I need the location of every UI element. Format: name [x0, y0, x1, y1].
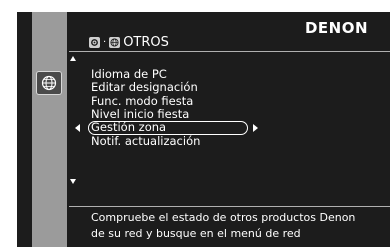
menu-item-notif-actualizacion[interactable]: Notif. actualización	[91, 134, 248, 148]
description-line-2: de su red y busque en el menú de red	[91, 227, 301, 240]
page-header: · OTROS	[89, 35, 169, 50]
arrow-left-icon[interactable]	[75, 124, 80, 133]
sidebar	[32, 12, 67, 247]
menu-item-nivel-inicio-fiesta[interactable]: Nivel inicio fiesta	[91, 107, 248, 121]
menu-item-idioma-pc[interactable]: Idioma de PC	[91, 67, 248, 81]
header-divider	[69, 51, 390, 52]
menu-item-label: Gestión zona	[91, 120, 167, 135]
menu-item-gestion-zona[interactable]: Gestión zona	[75, 120, 258, 135]
globe-icon[interactable]	[36, 71, 62, 95]
separator-dot: ·	[103, 37, 107, 48]
gear-icon	[89, 37, 100, 48]
menu-list: Idioma de PC Editar designación Func. mo…	[75, 67, 258, 148]
footer-divider	[69, 206, 390, 207]
description-line-1: Compruebe el estado de otros productos D…	[91, 211, 356, 224]
menu-item-func-modo-fiesta[interactable]: Func. modo fiesta	[91, 94, 248, 108]
menu-item-editar-designacion[interactable]: Editar designación	[91, 80, 248, 94]
arrow-right-icon[interactable]	[253, 124, 258, 133]
globe-icon	[109, 37, 121, 48]
screen: DENON · OTROS Idioma de PC Editar design…	[17, 12, 390, 247]
description-text: Compruebe el estado de otros productos D…	[91, 210, 355, 242]
scroll-up-icon[interactable]	[70, 56, 76, 61]
brand-logo: DENON	[304, 19, 368, 37]
scroll-down-icon[interactable]	[70, 179, 76, 184]
page-title: OTROS	[123, 35, 169, 50]
